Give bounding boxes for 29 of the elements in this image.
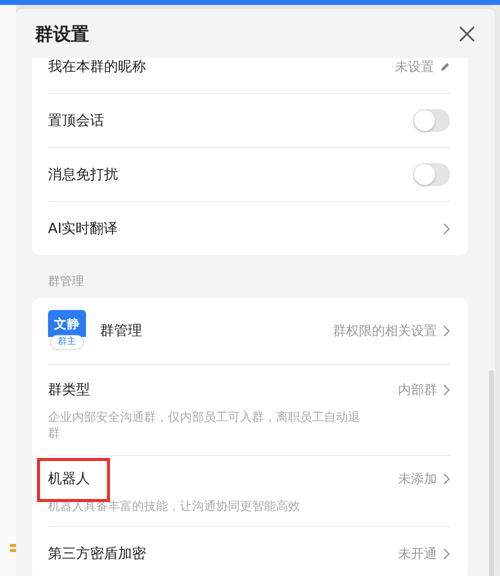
toggle-switch[interactable] (413, 163, 450, 186)
setting-value: 未开通 (398, 546, 437, 562)
scrollbar[interactable] (489, 370, 494, 576)
setting-label[interactable]: 群管理 (100, 320, 142, 342)
setting-label[interactable]: 群类型 (48, 379, 90, 401)
setting-label[interactable]: 机器人 (48, 468, 90, 490)
section-label: 群管理 (47, 273, 85, 290)
toggle-switch[interactable] (413, 109, 450, 132)
setting-value: 群权限的相关设置 (333, 323, 437, 340)
setting-label[interactable]: 置顶会话 (48, 110, 104, 132)
setting-label[interactable]: 消息免打扰 (48, 164, 118, 186)
close-icon[interactable] (459, 26, 475, 42)
setting-value: 未添加 (398, 471, 437, 488)
owner-badge: 群主 (50, 335, 84, 350)
chevron-icon (443, 384, 450, 396)
setting-label[interactable]: AI实时翻译 (48, 218, 118, 240)
avatar-name: 文静 (54, 315, 80, 333)
setting-value: 内部群 (398, 382, 437, 399)
app-icon[interactable] (10, 542, 16, 554)
setting-description: 企业内部安全沟通群，仅内部员工可入群，离职员工自动退群 (48, 409, 361, 441)
chevron-icon (443, 473, 450, 485)
panel-title: 群设置 (35, 22, 89, 46)
setting-value: 未设置 (395, 58, 434, 76)
pencil-icon[interactable] (440, 62, 450, 72)
chevron-icon (443, 325, 450, 337)
chevron-icon (443, 548, 450, 560)
setting-label[interactable]: 我在本群的昵称 (48, 58, 146, 78)
chevron-icon (443, 222, 450, 234)
setting-label[interactable]: 第三方密盾加密 (48, 542, 146, 564)
